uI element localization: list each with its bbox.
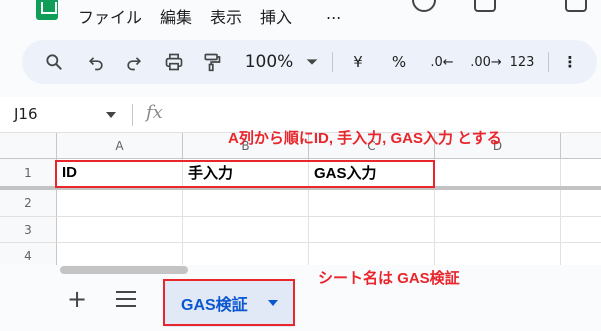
more-options-icon[interactable]: ⋮ [560,40,580,84]
cell-b4[interactable] [183,243,309,265]
menu-more[interactable]: ... [326,4,341,23]
toolbar: 100% ¥ % .0← .00→ 123 ⋮ [22,40,597,84]
all-sheets-menu-icon[interactable] [116,291,136,307]
sheets-logo-icon[interactable] [36,0,58,20]
cell-c3[interactable] [309,217,435,243]
column-header-e[interactable] [561,133,601,159]
cell-c2[interactable] [309,190,435,217]
cell-c4[interactable] [309,243,435,265]
percent-button[interactable]: % [387,40,411,84]
undo-icon[interactable] [82,40,110,84]
header-row-highlight [55,160,435,188]
cell-d1[interactable] [435,159,561,187]
menu-view[interactable]: 表示 [210,4,242,28]
row-header-2[interactable]: 2 [0,190,57,217]
sheet-tab-highlight [163,279,295,326]
name-box[interactable]: J16 [14,105,38,123]
select-all-corner[interactable] [0,133,57,159]
sheet-bar: + GAS検証 [0,275,601,331]
increase-decimals-button[interactable]: .00→ [464,40,508,84]
currency-button[interactable]: ¥ [347,40,369,84]
cell-a3[interactable] [57,217,183,243]
menu-file[interactable]: ファイル [78,4,142,28]
paint-format-icon[interactable] [198,40,226,84]
cell-e2[interactable] [561,190,601,217]
header-annotation: A列から順にID, 手入力, GAS入力 とする [228,130,502,147]
cell-b2[interactable] [183,190,309,217]
chevron-down-icon[interactable] [304,40,320,84]
fx-icon: fx [146,102,163,123]
cell-d2[interactable] [435,190,561,217]
menu-edit[interactable]: 編集 [160,4,192,28]
toolbar-divider [332,52,333,72]
meet-icon[interactable] [565,0,587,12]
cell-b3[interactable] [183,217,309,243]
sheet-name-annotation: シート名は GAS検証 [318,270,460,287]
cell-d4[interactable] [435,243,561,265]
cell-a4[interactable] [57,243,183,265]
row-header-1[interactable]: 1 [0,159,57,187]
cell-d3[interactable] [435,217,561,243]
row-header-4[interactable]: 4 [0,243,57,265]
cell-e3[interactable] [561,217,601,243]
search-icon[interactable] [40,40,68,84]
toolbar-divider [548,52,549,72]
print-icon[interactable] [160,40,188,84]
redo-icon[interactable] [120,40,148,84]
add-sheet-button[interactable]: + [66,287,88,311]
horizontal-scrollbar[interactable] [60,266,188,274]
menu-items: ファイル 編集 表示 挿入 [78,4,292,28]
zoom-select[interactable]: 100% [244,40,294,84]
spreadsheet-grid: A B C D 1 ID 手入力 GAS入力 2 3 4 [0,133,601,265]
cell-e1[interactable] [561,159,601,187]
cell-e4[interactable] [561,243,601,265]
row-header-3[interactable]: 3 [0,217,57,243]
decrease-decimals-button[interactable]: .0← [422,40,462,84]
menu-bar: ファイル 編集 表示 挿入 ... [0,0,601,34]
history-icon[interactable] [412,0,436,12]
menu-insert[interactable]: 挿入 [260,4,292,28]
comment-icon[interactable] [474,0,496,12]
chevron-down-icon[interactable] [106,112,116,118]
column-header-a[interactable]: A [57,133,183,159]
cell-a2[interactable] [57,190,183,217]
number-format-button[interactable]: 123 [506,40,538,84]
formula-divider [132,104,133,126]
